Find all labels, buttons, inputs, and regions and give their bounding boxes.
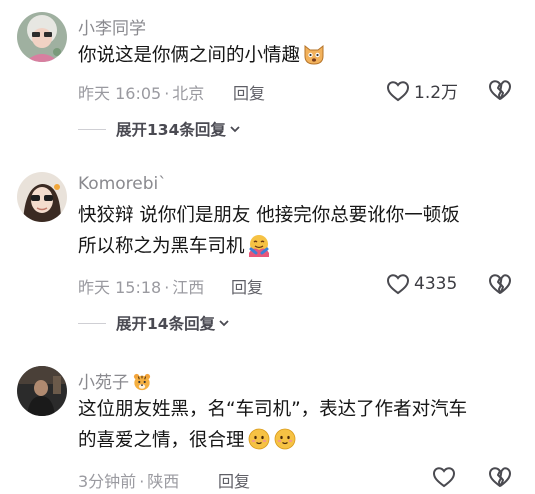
comment-text-line: 这位朋友姓黑，名“车司机”，表达了作者对汽车 bbox=[78, 399, 468, 420]
like-button[interactable]: 4335 bbox=[386, 273, 457, 295]
username[interactable]: 小李同学 bbox=[78, 14, 146, 39]
comment-text-line: 的喜爱之情，很合理 bbox=[78, 430, 245, 451]
comment-meta: 3分钟前 · 陕西 bbox=[78, 472, 180, 491]
expand-replies-button[interactable]: 展开134条回复 bbox=[78, 118, 241, 140]
divider bbox=[78, 322, 106, 324]
avatar[interactable] bbox=[17, 172, 67, 222]
reply-button[interactable]: 回复 bbox=[231, 274, 263, 298]
like-button[interactable] bbox=[432, 466, 460, 488]
comment-location: 江西 bbox=[172, 278, 205, 297]
heart-icon bbox=[386, 274, 410, 295]
heart-icon bbox=[432, 467, 456, 488]
comment-time: 昨天 15:18 bbox=[78, 278, 162, 297]
like-button[interactable]: 1.2万 bbox=[386, 78, 458, 103]
divider bbox=[78, 128, 106, 130]
chevron-down-icon bbox=[230, 126, 240, 133]
like-count: 1.2万 bbox=[414, 83, 459, 103]
avatar[interactable] bbox=[17, 366, 67, 416]
smile-emoji bbox=[248, 428, 269, 450]
username-text: 小苑子 bbox=[78, 373, 129, 393]
broken-heart-icon[interactable] bbox=[488, 466, 512, 488]
expand-replies-button[interactable]: 展开14条回复 bbox=[78, 312, 230, 334]
comment-text-line: 你说这是你俩之间的小情趣 bbox=[78, 45, 301, 66]
heart-icon bbox=[386, 80, 410, 101]
like-count: 4335 bbox=[414, 274, 458, 294]
comment-time: 昨天 16:05 bbox=[78, 84, 162, 103]
comment-text-line: 所以称之为黑车司机 bbox=[78, 236, 245, 257]
username[interactable]: 小苑子 bbox=[78, 368, 151, 393]
tiger-emoji bbox=[133, 373, 151, 391]
cat-face-emoji bbox=[304, 44, 324, 65]
hug-emoji bbox=[248, 235, 269, 257]
chevron-down-icon bbox=[219, 320, 229, 327]
comment-text: 这位朋友姓黑，名“车司机”，表达了作者对汽车 的喜爱之情，很合理 bbox=[78, 394, 467, 456]
expand-replies-label: 展开14条回复 bbox=[116, 315, 216, 333]
reply-button[interactable]: 回复 bbox=[218, 468, 250, 492]
expand-replies-label: 展开134条回复 bbox=[116, 121, 226, 139]
comment-text: 你说这是你俩之间的小情趣 bbox=[78, 40, 326, 71]
comment-meta: 昨天 15:18 · 江西 bbox=[78, 278, 205, 297]
smile-emoji bbox=[274, 428, 295, 450]
broken-heart-icon[interactable] bbox=[488, 79, 512, 101]
comment-text: 快狡辩 说你们是朋友 他接完你总要讹你一顿饭 所以称之为黑车司机 bbox=[78, 200, 460, 262]
reply-button[interactable]: 回复 bbox=[233, 80, 265, 104]
broken-heart-icon[interactable] bbox=[488, 273, 512, 295]
comment-time: 3分钟前 bbox=[78, 472, 137, 491]
comment-text-line: 快狡辩 说你们是朋友 他接完你总要讹你一顿饭 bbox=[78, 205, 460, 226]
username[interactable]: Komorebi` bbox=[78, 174, 167, 194]
comment-meta: 昨天 16:05 · 北京 bbox=[78, 84, 205, 103]
avatar[interactable] bbox=[17, 12, 67, 62]
comment-location: 陕西 bbox=[147, 472, 180, 491]
comment-location: 北京 bbox=[172, 84, 205, 103]
